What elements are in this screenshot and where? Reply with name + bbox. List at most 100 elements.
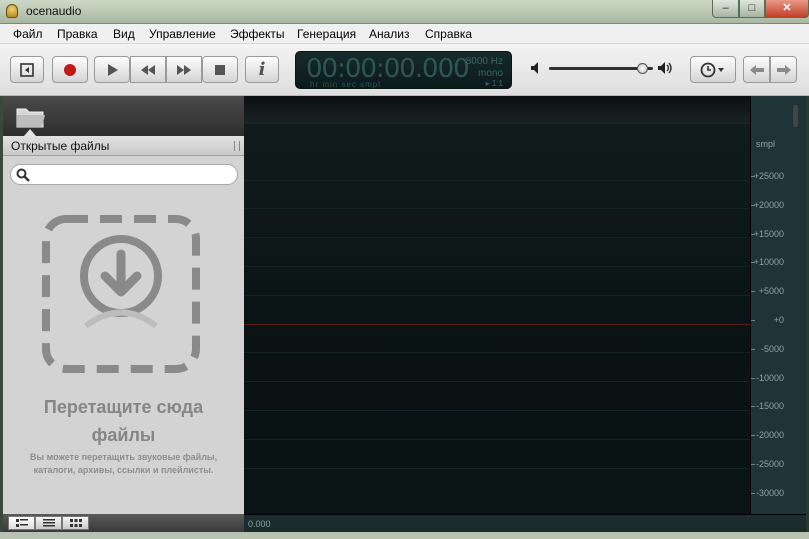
scale-label: -25000	[755, 459, 784, 469]
sample-rate-label: 8000 Hz	[465, 56, 503, 67]
scale-label: -10000	[755, 372, 784, 383]
file-search-field[interactable]	[10, 164, 238, 185]
scale-label: +5000	[758, 286, 784, 297]
menu-file[interactable]: Файл	[13, 27, 43, 41]
waveform-overview[interactable]	[244, 96, 750, 124]
forward-button[interactable]	[770, 56, 797, 83]
detailed-list-icon	[15, 518, 28, 527]
scale-tick	[751, 233, 755, 235]
fast-forward-button[interactable]	[166, 56, 202, 83]
fast-forward-icon	[177, 64, 191, 75]
play-button[interactable]	[94, 56, 130, 83]
close-button[interactable]: ✕	[765, 0, 809, 18]
scale-label: -15000	[755, 401, 784, 412]
scale-label: -30000	[755, 487, 784, 498]
maximize-button[interactable]: □	[739, 0, 765, 18]
record-button[interactable]	[52, 56, 88, 83]
folder-pointer-icon	[24, 129, 36, 136]
list-icon	[42, 518, 55, 526]
time-display: 00:00:00.000 hr min sec smpl 8000 Hz mon…	[295, 51, 512, 89]
time-units-label: hr min sec smpl	[310, 80, 382, 89]
menu-edit[interactable]: Правка	[57, 27, 98, 41]
grid-line	[244, 439, 750, 440]
view-mode-bar	[3, 514, 244, 532]
grid-line	[244, 208, 750, 209]
waveform-canvas[interactable]	[244, 124, 750, 514]
sidebar-header-area	[3, 96, 244, 136]
grid-line	[244, 352, 750, 353]
grid-line	[244, 295, 750, 296]
scale-label: +10000	[753, 257, 784, 268]
view-grid-button[interactable]	[62, 516, 89, 530]
history-dropdown-button[interactable]	[690, 56, 736, 83]
scale-tick	[751, 406, 755, 408]
scale-tick	[751, 348, 755, 350]
volume-slider[interactable]	[549, 63, 653, 74]
toggle-sidebar-button[interactable]	[10, 56, 44, 83]
grid-line	[244, 410, 750, 411]
grid-icon	[69, 518, 82, 527]
drop-zone-title: Перетащите сюда файлы	[3, 393, 244, 449]
menu-help[interactable]: Справка	[425, 27, 472, 41]
info-button[interactable]: i	[245, 56, 279, 83]
play-icon	[108, 63, 118, 76]
minimize-button[interactable]: –	[712, 0, 739, 18]
zero-line	[244, 324, 750, 325]
scale-label: +15000	[753, 228, 784, 239]
mini-status: ▸ 1:1	[485, 79, 503, 88]
drop-zone-subtitle: Вы можете перетащить звуковые файлы, кат…	[29, 452, 218, 475]
volume-slider-knob[interactable]	[636, 63, 648, 74]
toolbar: i 00:00:00.000 hr min sec smpl 8000 Hz m…	[0, 44, 809, 96]
drop-zone-title-line1: Перетащите сюда	[43, 397, 204, 417]
scale-label: -5000	[760, 343, 784, 354]
arrow-left-icon	[749, 64, 764, 75]
menu-analyze[interactable]: Анализ	[369, 27, 410, 41]
scale-unit-label: smpl	[756, 139, 776, 149]
rewind-icon	[141, 64, 155, 75]
scale-tick	[751, 176, 755, 177]
open-files-panel: Перетащите сюда файлы Вы можете перетащи…	[3, 156, 244, 514]
scale-tick	[751, 377, 755, 379]
grid-line	[244, 381, 750, 382]
drop-zone-title-line2: файлы	[91, 425, 156, 445]
open-files-header: Открытые файлы	[3, 136, 244, 156]
arrow-right-icon	[776, 64, 791, 75]
scale-tick	[751, 320, 755, 321]
drop-zone-download-icon	[42, 215, 200, 373]
grid-line	[244, 237, 750, 238]
window-bottom-edge	[0, 532, 809, 539]
scale-tick	[751, 464, 755, 465]
menu-generate[interactable]: Генерация	[297, 27, 356, 41]
volume-mute-icon[interactable]	[530, 61, 544, 75]
grid-line	[244, 468, 750, 469]
stop-button[interactable]	[202, 56, 238, 83]
ocenaudio-app-icon	[6, 4, 18, 18]
menu-view[interactable]: Вид	[113, 27, 135, 41]
grid-line	[244, 180, 750, 181]
scale-label: +0	[773, 315, 784, 325]
rewind-button[interactable]	[130, 56, 166, 83]
menu-control[interactable]: Управление	[149, 27, 216, 41]
time-axis: 0.000	[244, 514, 806, 532]
amplitude-scale: smpl +25000 +20000 +15000 +10000 +5000 +0 -500…	[750, 96, 806, 514]
grid-line	[244, 266, 750, 267]
folder-icon[interactable]	[15, 104, 47, 130]
back-button[interactable]	[743, 56, 770, 83]
scale-label: +20000	[753, 199, 784, 210]
open-files-title: Открытые файлы	[11, 139, 110, 153]
scale-tick	[751, 492, 755, 494]
menu-effects[interactable]: Эффекты	[230, 27, 285, 41]
scale-tick	[751, 204, 755, 206]
panel-grip-icon[interactable]	[234, 141, 240, 151]
scale-label: +25000	[753, 171, 784, 181]
view-list-button[interactable]	[35, 516, 62, 530]
title-bar: ocenaudio – □ ✕	[0, 0, 809, 24]
scale-tick	[751, 262, 755, 264]
scale-scroll-handle[interactable]	[793, 105, 798, 127]
menu-bar: Файл Правка Вид Управление Эффекты Генер…	[0, 24, 809, 44]
view-detailed-list-button[interactable]	[8, 516, 35, 530]
volume-max-icon[interactable]	[657, 61, 674, 75]
record-icon	[64, 63, 76, 76]
waveform-view[interactable]	[244, 96, 750, 514]
sidebar-icon	[20, 62, 34, 77]
